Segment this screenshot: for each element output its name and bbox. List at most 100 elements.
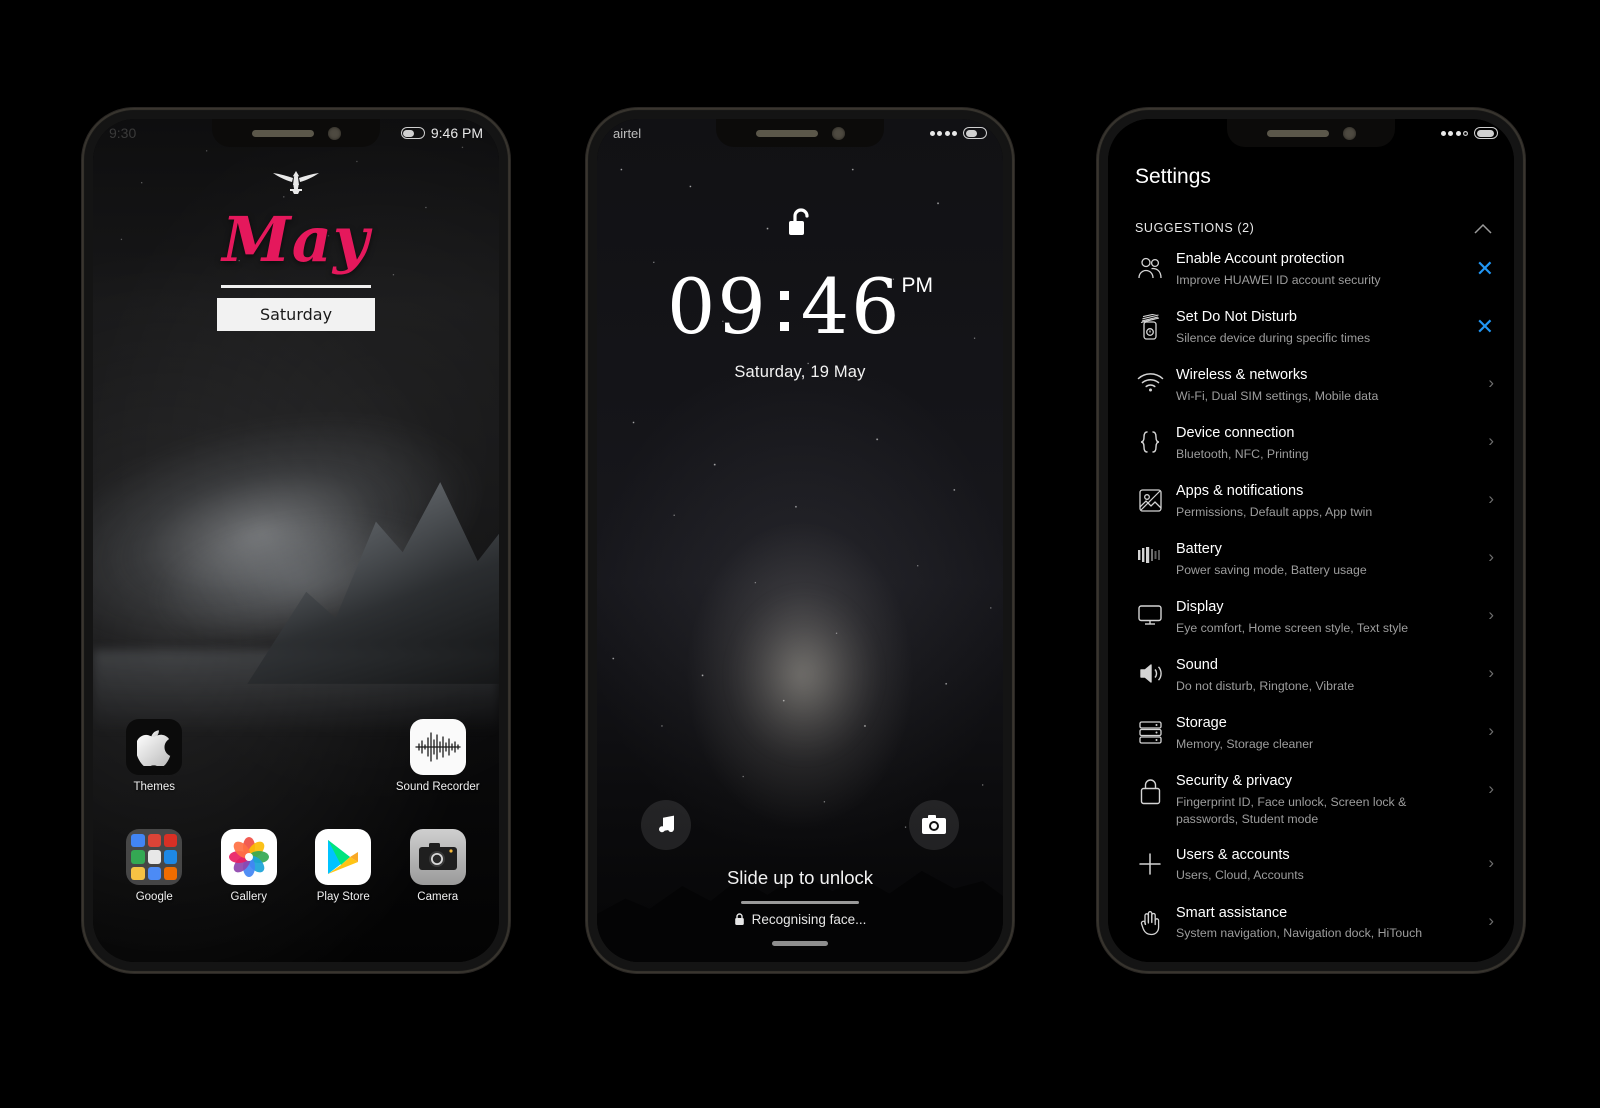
settings-row-title: Wireless & networks (1176, 367, 1308, 383)
lock-icon (734, 913, 744, 925)
app-google-folder[interactable]: Google (107, 829, 202, 903)
chevron-right-icon[interactable]: › (1488, 722, 1494, 739)
speaker-icon (1130, 656, 1170, 685)
camera-shortcut[interactable] (909, 800, 959, 850)
chevron-right-icon[interactable]: › (1488, 664, 1494, 681)
chevron-right-icon[interactable]: › (1488, 606, 1494, 623)
battery-icon (1474, 127, 1498, 139)
app-label: Sound Recorder (395, 781, 480, 793)
app-gallery[interactable]: Gallery (202, 829, 297, 903)
settings-row-action: › (1464, 598, 1494, 623)
app-row-two: Google Gallery Play Store Camera (93, 829, 499, 903)
settings-row-title: Set Do Not Disturb (1176, 309, 1297, 325)
settings-row-action: › (1464, 540, 1494, 565)
settings-row-text: Wireless & networks Wi-Fi, Dual SIM setti… (1170, 366, 1464, 405)
plus-icon (1130, 846, 1170, 876)
settings-row-text: Display Eye comfort, Home screen style, T… (1170, 598, 1464, 637)
settings-row[interactable]: Apps & notifications Permissions, Default… (1108, 473, 1514, 531)
settings-row[interactable]: Smart assistance System navigation, Navig… (1108, 895, 1514, 953)
month-widget: May Saturday (93, 209, 499, 331)
home-indicator[interactable] (772, 941, 828, 946)
app-label: Themes (133, 781, 176, 793)
wifi-icon (1130, 366, 1170, 392)
settings-row-subtitle: Permissions, Default apps, App twin (1176, 504, 1373, 519)
settings-row-action: › (1464, 482, 1494, 507)
chevron-right-icon[interactable]: › (1488, 548, 1494, 565)
status-left-time: 9:30 (109, 125, 137, 141)
chevron-right-icon[interactable]: › (1488, 490, 1494, 507)
settings-row[interactable]: Device connection Bluetooth, NFC, Printin… (1108, 415, 1514, 473)
face-unlock-status: Recognising face... (597, 912, 1003, 927)
phone-device-settings: Settings SUGGESTIONS (2) Enable Account … (1097, 108, 1525, 973)
dismiss-suggestion-button[interactable]: ✕ (1476, 316, 1494, 338)
status-bar-settings (1108, 119, 1514, 147)
settings-row-text: Smart assistance System navigation, Navig… (1170, 904, 1464, 943)
signal-icon (929, 130, 957, 136)
camera-icon (922, 815, 946, 834)
settings-row[interactable]: Wireless & networks Wi-Fi, Dual SIM setti… (1108, 357, 1514, 415)
settings-row-action: › (1464, 772, 1494, 797)
settings-row-title: Security & privacy (1176, 773, 1293, 789)
settings-row[interactable]: Set Do Not Disturb Silence device during … (1108, 299, 1514, 357)
settings-row[interactable]: Sound Do not disturb, Ringtone, Vibrate › (1108, 647, 1514, 705)
app-sound-recorder[interactable]: Sound Recorder (391, 719, 486, 793)
chevron-right-icon[interactable]: › (1488, 854, 1494, 871)
app-play-store[interactable]: Play Store (296, 829, 391, 903)
settings-row-subtitle: Wi-Fi, Dual SIM settings, Mobile data (1176, 388, 1379, 403)
lock-date: Saturday, 19 May (734, 363, 866, 381)
settings-row[interactable]: Display Eye comfort, Home screen style, T… (1108, 589, 1514, 647)
chevron-up-icon[interactable] (1474, 223, 1492, 234)
settings-row-text: Sound Do not disturb, Ringtone, Vibrate (1170, 656, 1464, 695)
suggestions-label: SUGGESTIONS (2) (1135, 221, 1255, 235)
settings-row-subtitle: Memory, Storage cleaner (1176, 736, 1314, 751)
settings-row-title: Display (1176, 599, 1224, 615)
chevron-right-icon[interactable]: › (1488, 912, 1494, 929)
suggestions-header[interactable]: SUGGESTIONS (2) (1108, 221, 1514, 235)
lock-screen: airtel 09 46 PM Saturday, 19 May Slide u… (597, 119, 1003, 962)
app-row-one: Themes Sound Recorder (93, 719, 499, 793)
app-label: Camera (417, 891, 459, 903)
settings-row[interactable]: Enable Account protection Improve HUAWEI … (1108, 241, 1514, 299)
photos-flower-icon (220, 829, 277, 885)
chevron-right-icon[interactable]: › (1488, 780, 1494, 797)
app-themes[interactable]: Themes (107, 719, 202, 793)
settings-row-subtitle: Improve HUAWEI ID account security (1176, 272, 1381, 287)
battery-icon (963, 127, 987, 139)
settings-row-action: › (1464, 424, 1494, 449)
settings-row[interactable]: Users & accounts Users, Cloud, Accounts › (1108, 837, 1514, 895)
carrier-label: airtel (613, 125, 642, 141)
settings-row-title: Enable Account protection (1176, 251, 1345, 267)
month-label: May (222, 203, 370, 276)
braces-icon (1130, 424, 1170, 454)
music-shortcut[interactable] (641, 800, 691, 850)
settings-row[interactable]: Storage Memory, Storage cleaner › (1108, 705, 1514, 763)
settings-row-title: Smart assistance (1176, 904, 1288, 921)
app-camera[interactable]: Camera (391, 829, 486, 903)
dismiss-suggestion-button[interactable]: ✕ (1476, 258, 1494, 280)
play-triangle-icon (315, 829, 372, 885)
camera-icon (409, 829, 466, 885)
monitor-icon (1130, 598, 1170, 626)
settings-row-subtitle: Silence device during specific times (1176, 330, 1371, 345)
phone-device-lock: airtel 09 46 PM Saturday, 19 May Slide u… (586, 108, 1014, 973)
settings-body: Settings SUGGESTIONS (2) Enable Account … (1108, 119, 1514, 962)
screenshot-stage: 9:30 9:46 PM May Saturday Themes Sound R… (0, 0, 1600, 1108)
chevron-right-icon[interactable]: › (1488, 432, 1494, 449)
status-bar-home: 9:30 9:46 PM (93, 119, 499, 147)
people-icon (1130, 250, 1170, 280)
google-folder-icon (126, 829, 183, 885)
hand-icon (1130, 904, 1170, 936)
settings-row[interactable]: Battery Power saving mode, Battery usage › (1108, 531, 1514, 589)
settings-row[interactable]: Security & privacy Fingerprint ID, Face u… (1108, 763, 1514, 837)
eagle-logo-icon (272, 167, 320, 195)
unlock-area[interactable]: Slide up to unlock Recognising face... (597, 867, 1003, 946)
settings-row-text: Storage Memory, Storage cleaner (1170, 714, 1464, 753)
settings-row-action: › (1464, 366, 1494, 391)
settings-row-subtitle: System navigation, Navigation dock, HiTo… (1176, 926, 1423, 941)
settings-screen: Settings SUGGESTIONS (2) Enable Account … (1108, 119, 1514, 962)
settings-row-action: ✕ (1464, 308, 1494, 338)
clock-colon (779, 269, 789, 331)
padlock-icon (1130, 772, 1170, 805)
chevron-right-icon[interactable]: › (1488, 374, 1494, 391)
settings-row-text: Users & accounts Users, Cloud, Accounts (1170, 846, 1464, 885)
